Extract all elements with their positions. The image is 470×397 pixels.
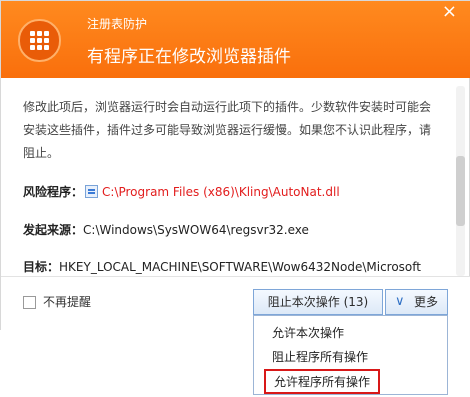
more-button[interactable]: ∨ 更多 bbox=[385, 289, 448, 315]
dialog-content: 修改此项后，浏览器运行时会自动运行此项下的插件。少数软件安装时可能会安装这些插件… bbox=[23, 96, 435, 165]
registry-protection-dialog: 注册表防护 有程序正在修改浏览器插件 × 修改此项后，浏览器运行时会自动运行此项… bbox=[0, 0, 470, 332]
target-row: 目标：HKEY_LOCAL_MACHINE\SOFTWARE\Wow6432No… bbox=[23, 258, 421, 275]
dialog-title: 有程序正在修改浏览器插件 bbox=[87, 47, 291, 67]
risk-program-path: C:\Program Files (x86)\Kling\AutoNat.dll bbox=[102, 185, 340, 199]
content-scrollbar[interactable] bbox=[456, 86, 465, 276]
menu-item-allow-all[interactable]: 允许程序所有操作 bbox=[264, 369, 381, 394]
no-remind-label[interactable]: 不再提醒 bbox=[43, 293, 91, 310]
source-path: C:\Windows\SysWOW64\regsvr32.exe bbox=[83, 223, 309, 237]
source-row: 发起来源：C:\Windows\SysWOW64\regsvr32.exe bbox=[23, 221, 309, 238]
more-button-label: 更多 bbox=[414, 295, 439, 309]
dialog-header: 注册表防护 有程序正在修改浏览器插件 × bbox=[1, 1, 470, 78]
close-icon[interactable]: × bbox=[442, 3, 457, 21]
source-label: 发起来源： bbox=[23, 223, 84, 237]
shield-grid-icon bbox=[18, 19, 61, 62]
target-path: HKEY_LOCAL_MACHINE\SOFTWARE\Wow6432Node\… bbox=[59, 260, 421, 274]
chevron-down-icon: ∨ bbox=[395, 294, 405, 309]
more-dropdown-menu: 允许本次操作 阻止程序所有操作 允许程序所有操作 bbox=[253, 315, 448, 395]
risk-program-label: 风险程序： bbox=[23, 185, 84, 199]
target-label: 目标： bbox=[23, 260, 60, 274]
menu-item-allow-once[interactable]: 允许本次操作 bbox=[264, 322, 352, 343]
file-icon bbox=[85, 185, 99, 198]
risk-program-row: 风险程序： C:\Program Files (x86)\Kling\AutoNa… bbox=[23, 183, 340, 200]
block-once-button[interactable]: 阻止本次操作 (13) bbox=[253, 289, 383, 315]
dialog-subtitle: 注册表防护 bbox=[87, 17, 148, 31]
no-remind-checkbox[interactable] bbox=[23, 296, 36, 309]
menu-item-block-all[interactable]: 阻止程序所有操作 bbox=[264, 346, 376, 367]
scrollbar-thumb[interactable] bbox=[456, 156, 465, 226]
description-text: 修改此项后，浏览器运行时会自动运行此项下的插件。少数软件安装时可能会安装这些插件… bbox=[23, 100, 432, 160]
